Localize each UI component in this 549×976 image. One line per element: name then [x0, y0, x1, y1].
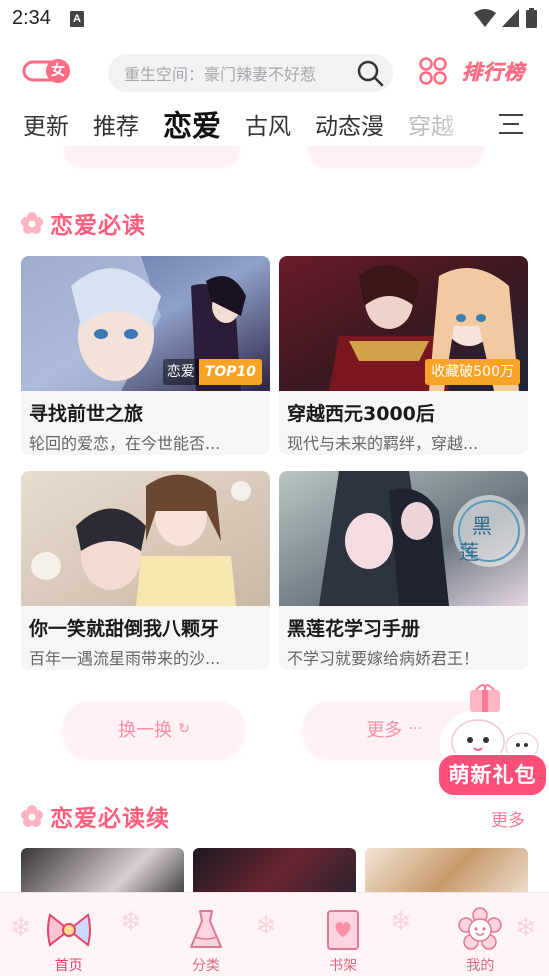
comic-title: 穿越西元3000后	[287, 403, 435, 425]
newbie-gift-badge[interactable]: 萌新礼包	[436, 682, 549, 800]
tabs-fade	[435, 100, 495, 148]
svg-text:莲: 莲	[459, 540, 479, 564]
comic-title: 寻找前世之旅	[29, 403, 144, 425]
comic-title: 你一笑就甜倒我八颗牙	[29, 618, 220, 640]
comic-desc: 现代与未来的羁绊，穿越...	[287, 434, 479, 453]
tab-romance[interactable]: 恋爱	[151, 103, 233, 145]
favorite-tag: 收藏破500万	[425, 359, 520, 385]
tab-ancient[interactable]: 古风	[233, 107, 303, 141]
comic-card[interactable]: 黑 莲 黑莲花学习手册 不学习就要嫁给病娇君王！	[279, 471, 528, 670]
tab-recommend[interactable]: 推荐	[81, 107, 151, 141]
gift-label: 萌新礼包	[448, 763, 537, 787]
nav-label: 首页	[54, 958, 83, 974]
comic-card[interactable]: 你一笑就甜倒我八颗牙 百年一遇流星雨带来的沙...	[21, 471, 270, 670]
comic-title: 黑莲花学习手册	[287, 618, 421, 640]
battery-icon	[526, 8, 537, 28]
tab-animated[interactable]: 动态漫	[303, 107, 396, 141]
comic-cover-image: 黑 莲	[279, 471, 528, 606]
ranking-button[interactable]: 排行榜	[462, 56, 532, 86]
signal-icon	[502, 9, 519, 27]
search-icon[interactable]	[355, 58, 385, 88]
gender-switch[interactable]: 女	[22, 56, 74, 86]
rank-tag: 恋爱 TOP10	[162, 359, 262, 385]
status-icons	[474, 8, 537, 28]
nav-bookshelf[interactable]: 书架	[275, 893, 412, 976]
nav-label: 分类	[191, 958, 220, 974]
category-grid-icon[interactable]	[418, 56, 448, 86]
tab-update[interactable]: 更新	[0, 107, 81, 141]
top-bar: 女 重生空间：豪门辣妻不好惹 排行榜	[0, 48, 549, 98]
comic-desc: 百年一遇流星雨带来的沙...	[29, 649, 221, 668]
bottom-nav: ❄ ❄ ❄ ❄ ❄ 首页 分类 书架 我的	[0, 892, 549, 976]
refresh-button[interactable]: 换一换 ↻	[63, 701, 245, 757]
search-bar[interactable]: 重生空间：豪门辣妻不好惹	[108, 54, 393, 92]
refresh-label: 换一换	[118, 720, 173, 741]
comic-card[interactable]: 收藏破500万 穿越西元3000后 现代与未来的羁绊，穿越...	[279, 256, 528, 455]
flower-face-icon	[458, 907, 503, 950]
status-bar: 2:34 A	[0, 0, 549, 38]
home-bow-icon	[46, 913, 91, 947]
refresh-icon: ↻	[178, 721, 190, 737]
section-header: 恋爱必读续	[20, 800, 170, 832]
flower-icon	[21, 805, 43, 827]
ellipsis-icon: ···	[408, 721, 422, 737]
status-time: 2:34	[12, 7, 51, 29]
nav-category[interactable]: 分类	[137, 893, 274, 976]
flower-icon	[21, 212, 43, 234]
prev-section-button[interactable]	[64, 146, 240, 166]
genre-tag: 恋爱	[162, 359, 199, 385]
svg-text:黑: 黑	[472, 514, 492, 538]
section-header: 恋爱必读	[20, 207, 146, 239]
section-title: 恋爱必读续	[50, 806, 170, 832]
gender-label: 女	[46, 59, 70, 83]
tabs-menu-icon[interactable]	[497, 112, 525, 136]
comic-desc: 不学习就要嫁给病娇君王！	[287, 649, 480, 668]
comic-cover-image	[21, 471, 270, 606]
top10-tag: TOP10	[198, 359, 262, 385]
comic-card[interactable]: 恋爱 TOP10 寻找前世之旅 轮回的爱恋，在今世能否...	[21, 256, 270, 455]
search-placeholder: 重生空间：豪门辣妻不好惹	[124, 65, 317, 84]
more-label: 更多	[366, 720, 403, 741]
notification-icon: A	[70, 11, 84, 27]
nav-label: 书架	[329, 958, 358, 974]
prev-section-button[interactable]	[308, 146, 484, 166]
comic-desc: 轮回的爱恋，在今世能否...	[29, 434, 221, 453]
nav-profile[interactable]: 我的	[412, 893, 549, 976]
dress-icon	[189, 910, 222, 948]
nav-home[interactable]: 首页	[0, 893, 137, 976]
section-title: 恋爱必读	[50, 213, 146, 239]
nav-label: 我的	[466, 958, 495, 974]
wifi-icon	[474, 9, 496, 27]
section-more-link[interactable]: 更多	[491, 806, 525, 831]
book-heart-icon	[327, 910, 360, 950]
